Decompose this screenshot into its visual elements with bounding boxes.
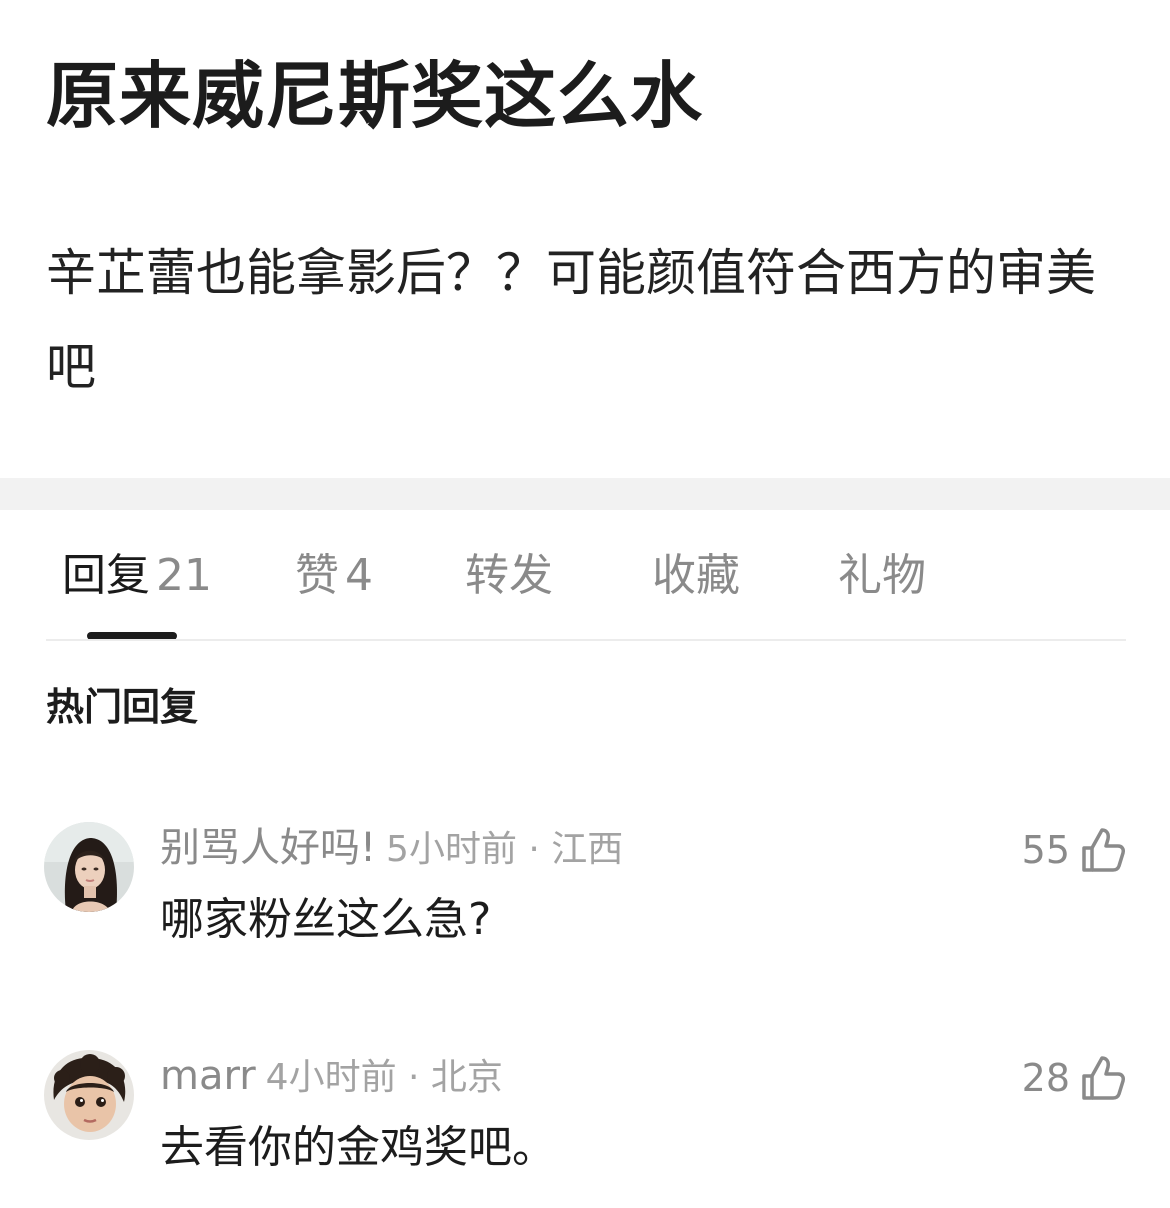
- thumbs-up-icon: [1080, 826, 1126, 874]
- tab-likes-label: 赞: [295, 550, 339, 601]
- tab-likes[interactable]: 赞4: [295, 550, 373, 602]
- comment-meta: 别骂人好吗! 5小时前 · 江西: [160, 820, 623, 884]
- section-divider: [0, 478, 1170, 510]
- tab-replies-count: 21: [156, 550, 212, 601]
- like-button[interactable]: 28: [1022, 1050, 1126, 1106]
- tab-likes-count: 4: [345, 550, 373, 601]
- tab-bar: 回复 21 赞4 转发 收藏 礼物: [0, 510, 1170, 640]
- tab-reposts[interactable]: 转发: [465, 550, 553, 602]
- tab-replies-label: 回复: [62, 550, 150, 601]
- tab-favorites[interactable]: 收藏: [652, 550, 740, 602]
- like-count: 55: [1021, 828, 1070, 872]
- post-title: 原来威尼斯奖这么水: [46, 54, 704, 138]
- thumbs-up-icon: [1080, 1054, 1126, 1102]
- like-button[interactable]: 55: [1022, 822, 1126, 878]
- child-portrait-avatar: [44, 1050, 134, 1140]
- comment-item: marr 4小时前 · 北京 去看你的金鸡奖吧。 28: [0, 1048, 1170, 1208]
- comment-username[interactable]: marr: [160, 1053, 256, 1099]
- comment-time-location: 5小时前 · 江西: [386, 829, 624, 870]
- comment-meta: marr 4小时前 · 北京: [160, 1048, 503, 1112]
- tab-favorites-label: 收藏: [652, 550, 740, 601]
- tab-gifts-label: 礼物: [838, 550, 926, 601]
- tab-reposts-label: 转发: [465, 550, 553, 601]
- comment-time-location: 4小时前 · 北京: [265, 1057, 503, 1098]
- hot-replies-heading: 热门回复: [46, 685, 199, 729]
- tab-replies[interactable]: 回复 21: [62, 550, 212, 602]
- avatar[interactable]: [44, 1050, 134, 1140]
- avatar[interactable]: [44, 822, 134, 912]
- like-count: 28: [1021, 1056, 1070, 1100]
- woman-portrait-avatar: [44, 822, 134, 912]
- tabs-divider: [46, 639, 1126, 641]
- post-body: 辛芷蕾也能拿影后？？可能颜值符合西方的审美吧: [46, 244, 1096, 396]
- comment-text: 去看你的金鸡奖吧。: [160, 1122, 556, 1173]
- comment-item: 别骂人好吗! 5小时前 · 江西 哪家粉丝这么急? 55: [0, 820, 1170, 980]
- comment-username[interactable]: 别骂人好吗!: [160, 825, 376, 871]
- comment-text: 哪家粉丝这么急?: [160, 894, 492, 945]
- tab-gifts[interactable]: 礼物: [838, 550, 926, 602]
